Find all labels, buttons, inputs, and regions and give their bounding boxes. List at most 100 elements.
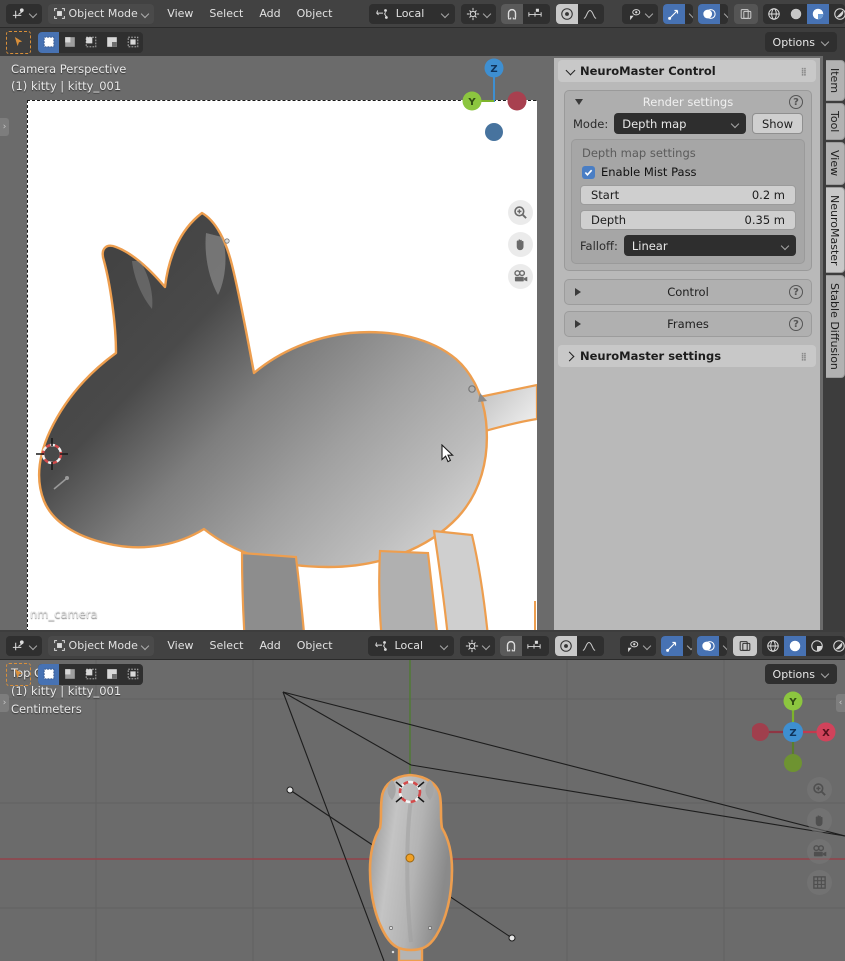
proportional-editing-group-bottom[interactable] [554, 635, 605, 656]
select-box-intersect-button-bottom[interactable] [122, 664, 143, 685]
mist-pass-checkbox[interactable] [582, 165, 595, 179]
snap-magnet-toggle[interactable] [501, 3, 524, 24]
shading-wireframe-bottom[interactable] [762, 636, 784, 656]
gizmo-group-bottom[interactable] [661, 635, 692, 656]
overlays-dropdown-bottom[interactable] [719, 636, 727, 656]
viewport-nav-tools[interactable] [508, 200, 533, 289]
grid-toggle-button[interactable] [807, 870, 832, 895]
snap-dropdown[interactable] [547, 4, 550, 24]
snap-dropdown-bottom[interactable] [546, 636, 549, 656]
mode-selector-bottom[interactable]: Object Mode [47, 635, 154, 656]
overlays-group-bottom[interactable] [697, 635, 728, 656]
mode-dropdown[interactable]: Depth map [614, 113, 746, 134]
falloff-dropdown[interactable] [602, 4, 605, 24]
menu-add-bottom[interactable]: Add [251, 636, 288, 656]
shading-material-preview[interactable] [807, 3, 830, 24]
overlays-dropdown[interactable] [720, 4, 728, 24]
depth-field[interactable]: Depth 0.35 m [580, 210, 796, 230]
bottom-3d-viewport[interactable]: Top Orthographic (1) kitty | kitty_001 C… [0, 660, 845, 961]
zoom-tool-button-bottom[interactable] [807, 777, 832, 802]
shading-material-preview-bottom[interactable] [806, 636, 828, 656]
tab-view[interactable]: View [826, 142, 845, 185]
gizmo-dropdown-bottom[interactable] [683, 636, 691, 656]
tweak-tool-button-bottom[interactable] [6, 662, 31, 686]
proportional-falloff-button-bottom[interactable] [577, 636, 601, 656]
menu-object[interactable]: Object [289, 4, 341, 24]
menu-add[interactable]: Add [251, 4, 288, 24]
view-axis-gizmo-bottom[interactable]: Y X Z [752, 685, 842, 775]
drag-grip-icon[interactable]: ⣿ [801, 352, 808, 361]
overlays-toggle[interactable] [698, 3, 721, 24]
camera-view-button-bottom[interactable] [807, 839, 832, 864]
enable-mist-pass-row[interactable]: Enable Mist Pass [572, 165, 804, 185]
falloff-dropdown-bottom[interactable] [601, 636, 604, 656]
toolbar-expand-arrow[interactable]: › [0, 118, 9, 136]
snap-increment-button[interactable] [523, 4, 547, 24]
snapping-group[interactable] [501, 3, 551, 24]
xray-toggle-bottom[interactable] [732, 635, 757, 656]
select-box-difference-button-bottom[interactable] [101, 664, 122, 685]
gizmo-toggle[interactable] [663, 3, 686, 24]
help-icon[interactable]: ? [789, 285, 803, 299]
xray-toggle[interactable] [733, 3, 758, 24]
overlays-group[interactable] [698, 3, 729, 24]
select-box-difference-button[interactable] [101, 32, 122, 53]
help-icon[interactable]: ? [789, 317, 803, 331]
pan-tool-button-bottom[interactable] [807, 808, 832, 833]
tab-item[interactable]: Item [826, 60, 845, 102]
pivot-point-button[interactable] [460, 3, 496, 24]
editor-type-button-bottom[interactable] [6, 635, 42, 656]
zoom-tool-button[interactable] [508, 200, 533, 225]
viewport-nav-tools-bottom[interactable] [807, 777, 832, 895]
options-button[interactable]: Options [764, 32, 837, 52]
tab-stable-diffusion[interactable]: Stable Diffusion [826, 275, 845, 378]
control-panel-header[interactable]: Control ? [564, 279, 812, 305]
object-visibility-button-bottom[interactable] [619, 635, 656, 656]
proportional-toggle[interactable] [555, 3, 578, 24]
mode-selector[interactable]: Object Mode [47, 3, 154, 24]
proportional-toggle-bottom[interactable] [554, 635, 577, 656]
select-box-extend-button-bottom[interactable] [59, 664, 80, 685]
proportional-editing-group[interactable] [555, 3, 605, 24]
menu-view-bottom[interactable]: View [159, 636, 201, 656]
shading-rendered[interactable] [829, 4, 845, 24]
menu-select-bottom[interactable]: Select [202, 636, 252, 656]
gizmo-dropdown[interactable] [685, 4, 693, 24]
shading-solid[interactable] [785, 4, 807, 24]
tweak-tool-button[interactable] [6, 30, 31, 54]
select-box-subtract-button-bottom[interactable] [80, 664, 101, 685]
help-icon[interactable]: ? [789, 95, 803, 109]
side-panel-tabs[interactable]: Item Tool View NeuroMaster Stable Diffus… [826, 60, 845, 378]
select-mode-group-bottom[interactable] [38, 663, 143, 685]
select-box-subtract-button[interactable] [80, 32, 101, 53]
pivot-point-button-bottom[interactable] [459, 635, 495, 656]
transform-orientation[interactable]: Local [368, 3, 456, 24]
snap-increment-button-bottom[interactable] [522, 636, 546, 656]
snap-magnet-toggle-bottom[interactable] [500, 635, 523, 656]
select-box-intersect-button[interactable] [122, 32, 143, 53]
object-visibility-button[interactable] [621, 3, 658, 24]
transform-orientation-bottom[interactable]: Local [367, 635, 455, 656]
options-button-bottom[interactable]: Options [764, 664, 837, 684]
shading-modes-bottom[interactable] [762, 635, 845, 656]
toolbar-expand-arrow-bottom[interactable]: › [0, 694, 9, 712]
tab-neuromaster[interactable]: NeuroMaster [826, 186, 845, 274]
show-button[interactable]: Show [751, 113, 803, 134]
shading-solid-bottom[interactable] [784, 635, 807, 656]
overlays-toggle-bottom[interactable] [697, 635, 720, 656]
select-mode-group[interactable] [38, 31, 143, 53]
menu-view[interactable]: View [159, 4, 201, 24]
select-box-extend-button[interactable] [59, 32, 80, 53]
shading-modes[interactable] [763, 3, 845, 24]
editor-type-button[interactable] [6, 3, 42, 24]
tab-tool[interactable]: Tool [826, 103, 845, 141]
proportional-falloff-button[interactable] [578, 4, 602, 24]
snapping-group-bottom[interactable] [500, 635, 550, 656]
panel-header-neuromaster-control[interactable]: NeuroMaster Control ⣿ [558, 60, 816, 82]
pan-tool-button[interactable] [508, 232, 533, 257]
select-box-button-bottom[interactable] [38, 663, 59, 685]
gizmo-group[interactable] [663, 3, 693, 24]
shading-rendered-bottom[interactable] [828, 636, 845, 656]
select-box-button[interactable] [38, 31, 59, 53]
render-settings-header[interactable]: Render settings ? [565, 91, 811, 113]
